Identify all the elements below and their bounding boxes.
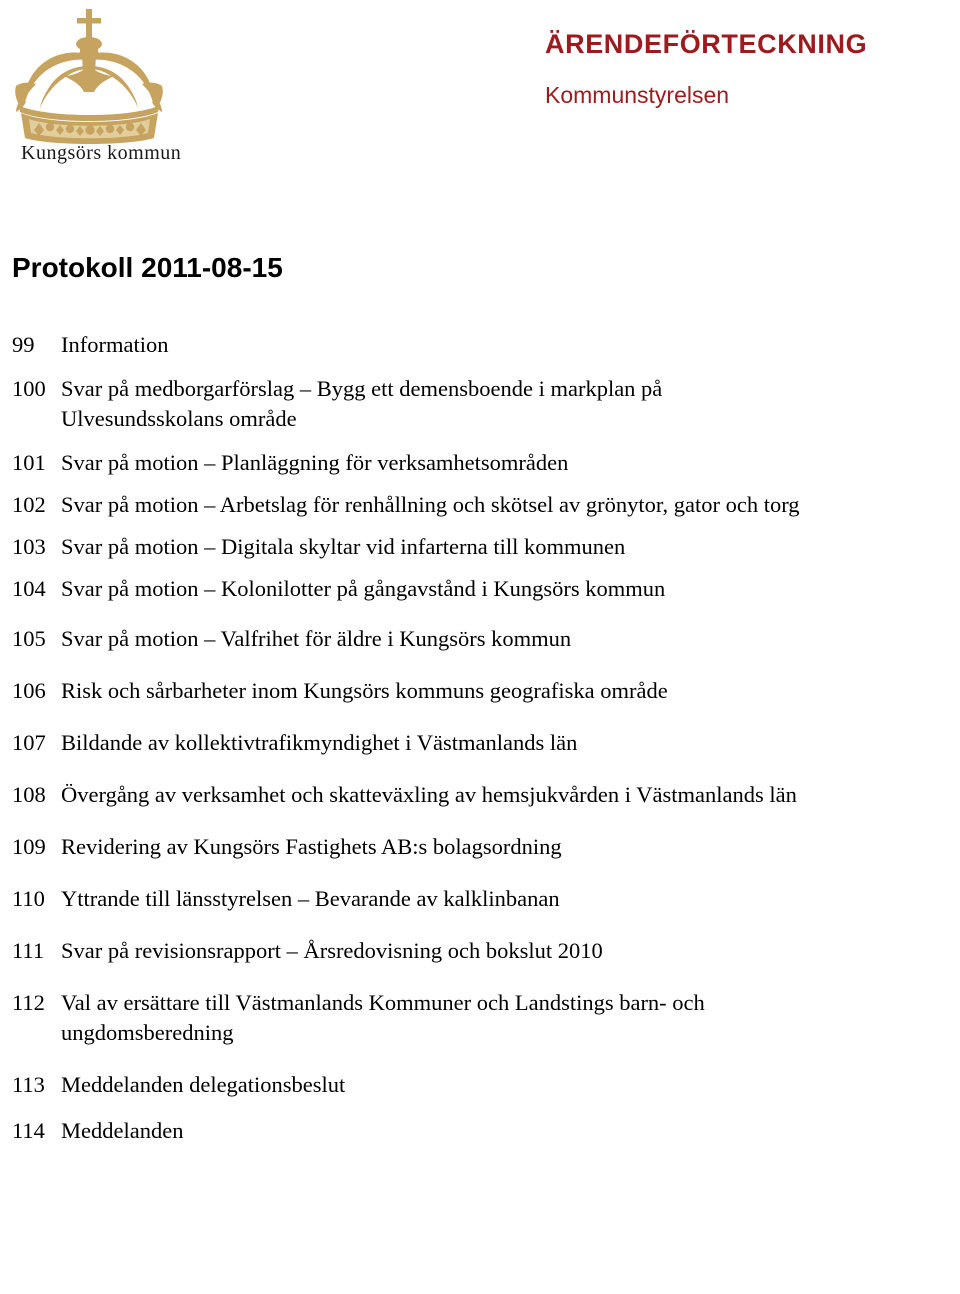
agenda-item-text: Svar på motion – Digitala skyltar vid in… <box>61 532 942 562</box>
agenda-item-text: Bildande av kollektivtrafikmyndighet i V… <box>61 728 942 758</box>
agenda-item-number: 110 <box>12 886 45 911</box>
agenda-item-number: 102 <box>12 492 46 517</box>
agenda-item[interactable]: 105 Svar på motion – Valfrihet för äldre … <box>12 624 942 654</box>
agenda-item-text: Övergång av verksamhet och skatteväxling… <box>61 780 942 810</box>
agenda-item[interactable]: 110 Yttrande till länsstyrelsen – Bevaran… <box>12 884 942 914</box>
agenda-item-number: 114 <box>12 1118 45 1143</box>
agenda-item-text: Svar på motion – Arbetslag för renhållni… <box>61 490 942 520</box>
agenda-item-title: Yttrande till länsstyrelsen – Bevarande … <box>61 886 560 911</box>
agenda-item-text: Svar på motion – Valfrihet för äldre i K… <box>61 624 942 654</box>
agenda-item[interactable]: 114 Meddelanden <box>12 1116 942 1146</box>
logo-wordmark: Kungsörs kommun <box>21 142 182 164</box>
agenda-item-text: Svar på revisionsrapport – Årsredovisnin… <box>61 936 942 966</box>
agenda-item-text: Meddelanden <box>61 1116 942 1146</box>
agenda-item-subtitle: ungdomsberedning <box>61 1020 234 1045</box>
agenda-item-number: 100 <box>12 376 46 401</box>
agenda-item-text: Svar på medborgarförslag – Bygg ett deme… <box>61 374 942 434</box>
document-header: Kungsörs kommun ÄRENDEFÖRTECKNING Kommun… <box>0 0 960 190</box>
agenda-item-title: Meddelanden delegationsbeslut <box>61 1072 346 1097</box>
agenda-item-title: Svar på motion – Planläggning för verksa… <box>61 450 569 475</box>
agenda-item[interactable]: 111 Svar på revisionsrapport – Årsredovis… <box>12 936 942 966</box>
document-page: Kungsörs kommun ÄRENDEFÖRTECKNING Kommun… <box>0 0 960 1294</box>
agenda-item[interactable]: 103 Svar på motion – Digitala skyltar vid… <box>12 532 942 562</box>
agenda-item[interactable]: 109 Revidering av Kungsörs Fastighets AB:… <box>12 832 942 862</box>
agenda-item-number: 108 <box>12 782 46 807</box>
agenda-item-text: Yttrande till länsstyrelsen – Bevarande … <box>61 884 942 914</box>
agenda-item-number: 106 <box>12 678 46 703</box>
document-type-heading: ÄRENDEFÖRTECKNING <box>545 29 868 59</box>
agenda-item-text: Information <box>61 330 942 360</box>
page-title: Protokoll 2011-08-15 <box>12 252 283 283</box>
agenda-item-number: 101 <box>12 450 46 475</box>
agenda-item-number: 104 <box>12 576 46 601</box>
agenda-item-text: Svar på motion – Kolonilotter på gångavs… <box>61 574 942 604</box>
agenda-item-title: Svar på motion – Valfrihet för äldre i K… <box>61 626 572 651</box>
agenda-item-title: Svar på motion – Kolonilotter på gångavs… <box>61 576 666 601</box>
crown-icon <box>8 6 173 146</box>
agenda-item-number: 113 <box>12 1072 45 1097</box>
agenda-item-title: Information <box>61 332 169 357</box>
agenda-item-title: Meddelanden <box>61 1118 184 1143</box>
agenda-item-number: 105 <box>12 626 46 651</box>
agenda-item-title: Risk och sårbarheter inom Kungsörs kommu… <box>61 678 668 703</box>
agenda-item[interactable]: 100 Svar på medborgarförslag – Bygg ett d… <box>12 374 942 434</box>
agenda-item-number: 111 <box>12 938 45 963</box>
agenda-item-title: Bildande av kollektivtrafikmyndighet i V… <box>61 730 578 755</box>
agenda-item-text: Svar på motion – Planläggning för verksa… <box>61 448 942 478</box>
agenda-item[interactable]: 112 Val av ersättare till Västmanlands Ko… <box>12 988 942 1048</box>
agenda-item-number: 109 <box>12 834 46 859</box>
agenda-item[interactable]: 104 Svar på motion – Kolonilotter på gång… <box>12 574 942 604</box>
agenda-item-number: 99 <box>12 332 35 357</box>
agenda-item[interactable]: 107 Bildande av kollektivtrafikmyndighet … <box>12 728 942 758</box>
kungsors-kommun-logo: Kungsörs kommun <box>8 6 181 171</box>
document-body-name: Kommunstyrelsen <box>545 81 730 108</box>
header-titles: ÄRENDEFÖRTECKNING Kommunstyrelsen <box>545 29 945 109</box>
agenda-item-text: Risk och sårbarheter inom Kungsörs kommu… <box>61 676 942 706</box>
agenda-item[interactable]: 102 Svar på motion – Arbetslag för renhål… <box>12 490 942 520</box>
agenda-item[interactable]: 108 Övergång av verksamhet och skatteväxl… <box>12 780 942 810</box>
agenda-item[interactable]: 99 Information <box>12 330 942 360</box>
agenda-item-text: Meddelanden delegationsbeslut <box>61 1070 942 1100</box>
agenda-item-title: Svar på motion – Arbetslag för renhållni… <box>61 492 800 517</box>
agenda-item[interactable]: 113 Meddelanden delegationsbeslut <box>12 1070 942 1100</box>
agenda-item-subtitle: Ulvesundsskolans område <box>61 406 297 431</box>
agenda-item-title: Svar på revisionsrapport – Årsredovisnin… <box>61 938 603 963</box>
agenda-item-title: Val av ersättare till Västmanlands Kommu… <box>61 990 705 1015</box>
agenda-item-title: Svar på motion – Digitala skyltar vid in… <box>61 534 626 559</box>
agenda-item-number: 112 <box>12 990 45 1015</box>
agenda-list: 99 Information 100 Svar på medborgarförslag… <box>12 330 942 1146</box>
agenda-item-title: Svar på medborgarförslag – Bygg ett deme… <box>61 376 663 401</box>
agenda-item-number: 103 <box>12 534 46 559</box>
agenda-item[interactable]: 101 Svar på motion – Planläggning för ver… <box>12 448 942 478</box>
agenda-item-text: Revidering av Kungsörs Fastighets AB:s b… <box>61 832 942 862</box>
agenda-item-title: Övergång av verksamhet och skatteväxling… <box>61 782 797 807</box>
agenda-item[interactable]: 106 Risk och sårbarheter inom Kungsörs ko… <box>12 676 942 706</box>
agenda-item-text: Val av ersättare till Västmanlands Kommu… <box>61 988 942 1048</box>
agenda-item-title: Revidering av Kungsörs Fastighets AB:s b… <box>61 834 562 859</box>
agenda-item-number: 107 <box>12 730 46 755</box>
